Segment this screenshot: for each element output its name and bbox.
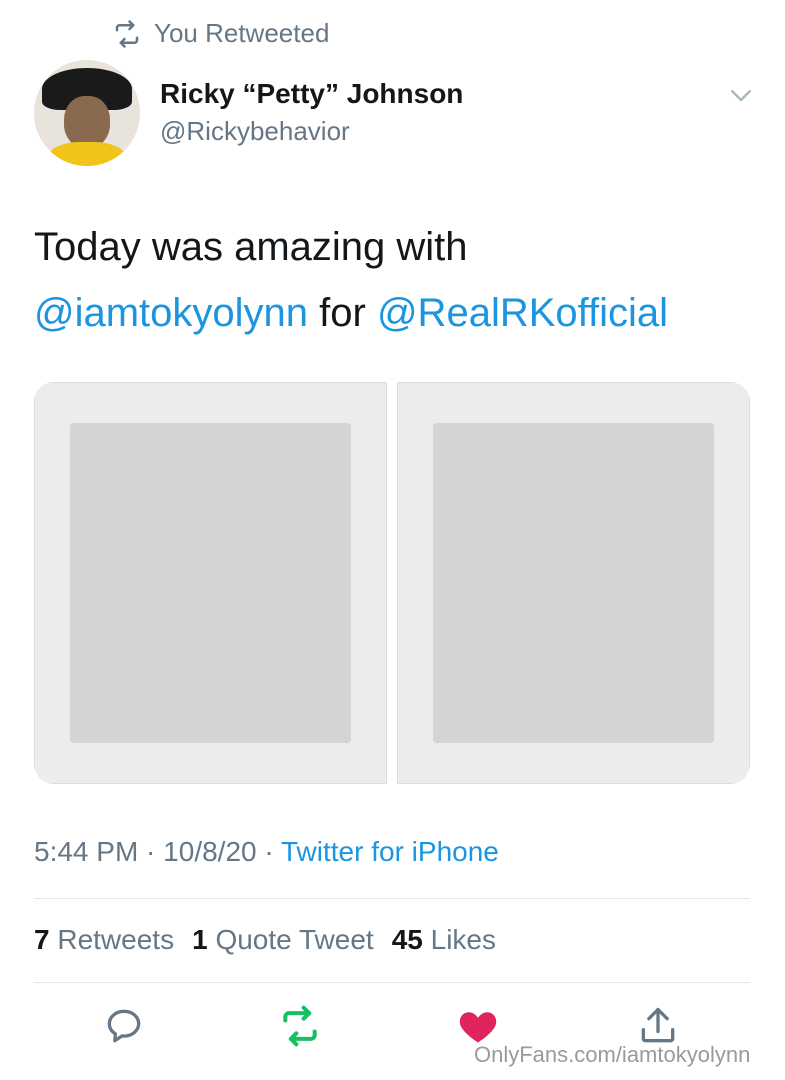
retweet-icon[interactable] — [278, 1004, 322, 1048]
watermark: OnlyFans.com/iamtokyolynn — [474, 1042, 751, 1067]
avatar[interactable] — [34, 60, 140, 166]
retweets-stat[interactable]: 7 Retweets — [34, 924, 174, 956]
tweet-time: 5:44 PM — [34, 836, 139, 867]
likes-stat[interactable]: 45 Likes — [392, 924, 496, 956]
author-handle[interactable]: @Rickybehavior — [160, 116, 350, 147]
likes-label: Likes — [430, 924, 497, 955]
retweets-count: 7 — [34, 924, 50, 955]
tweet-line-1: Today was amazing with — [34, 225, 468, 269]
tweet-connector: for — [308, 291, 377, 335]
photo-placeholder — [433, 423, 714, 743]
media-photo[interactable] — [397, 382, 750, 784]
meta-separator: · — [256, 836, 281, 867]
quotes-count: 1 — [192, 924, 208, 955]
quotes-stat[interactable]: 1 Quote Tweet — [192, 924, 374, 956]
retweet-icon — [115, 19, 139, 48]
retweet-banner: You Retweeted — [112, 18, 329, 49]
tweet-line-2: @iamtokyolynn for @RealRKofficial — [34, 280, 754, 346]
mention-link[interactable]: @iamtokyolynn — [34, 291, 308, 335]
tweet-stats: 7 Retweets 1 Quote Tweet 45 Likes — [34, 924, 496, 956]
divider — [34, 898, 750, 899]
chevron-down-icon[interactable] — [726, 80, 756, 110]
media-grid — [34, 382, 750, 784]
retweets-label: Retweets — [57, 924, 175, 955]
likes-count: 45 — [391, 924, 423, 955]
mention-link[interactable]: @RealRKofficial — [377, 291, 668, 335]
tweet-text: Today was amazing with @iamtokyolynn for… — [34, 214, 754, 346]
author-name[interactable]: Ricky “Petty” Johnson — [160, 78, 463, 110]
meta-separator: · — [138, 836, 164, 867]
divider — [34, 982, 750, 983]
quotes-label: Quote Tweet — [215, 924, 374, 955]
tweet-source-link[interactable]: Twitter for iPhone — [281, 836, 499, 867]
tweet-meta: 5:44 PM · 10/8/20 · Twitter for iPhone — [34, 836, 499, 868]
photo-placeholder — [70, 423, 351, 743]
reply-icon[interactable] — [102, 1004, 146, 1048]
media-photo[interactable] — [34, 382, 387, 784]
tweet-date: 10/8/20 — [163, 836, 257, 867]
retweet-banner-label: You Retweeted — [154, 18, 330, 48]
